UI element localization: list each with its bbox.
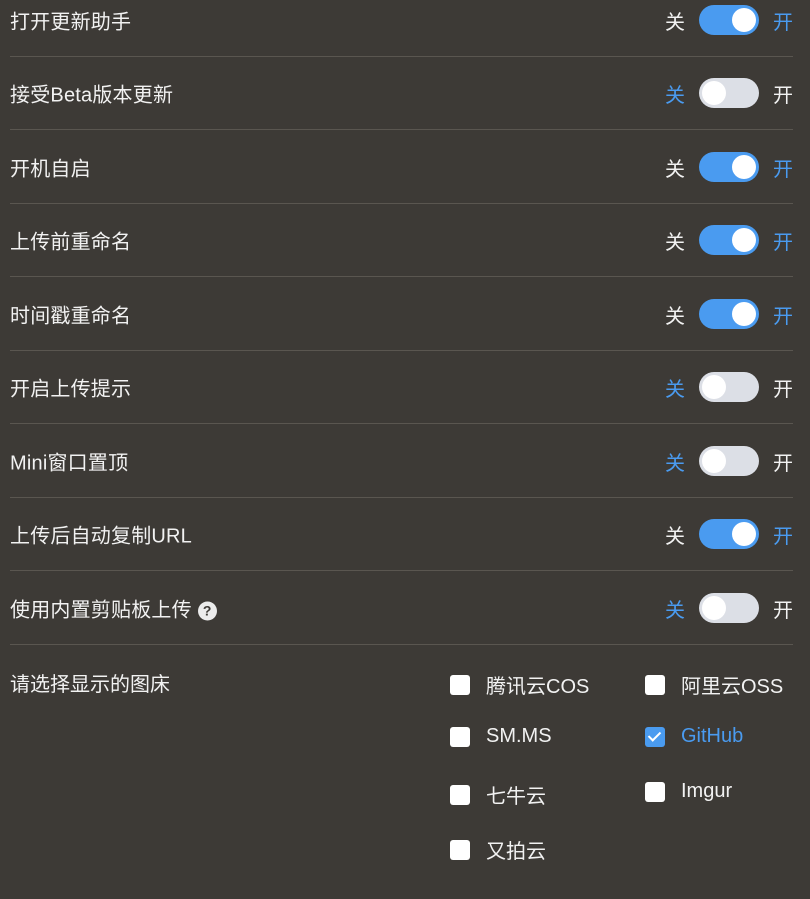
checkbox[interactable] (450, 839, 470, 860)
setting-row-rename-before-upload: 上传前重命名 关 开 (10, 204, 793, 277)
setting-label: Mini窗口置顶 (10, 452, 129, 475)
checkbox-label: 阿里云OSS (681, 676, 784, 698)
picbed-option-imgur[interactable]: Imgur (645, 780, 732, 803)
switch-on-text[interactable]: 开 (773, 594, 793, 623)
toggle-knob (732, 228, 756, 252)
checkbox-label: SM.MS (486, 725, 552, 747)
switch-group: 关 开 (665, 593, 793, 623)
switch-on-text[interactable]: 开 (773, 300, 793, 329)
auto-start-toggle[interactable] (699, 152, 759, 182)
toggle-knob (702, 596, 726, 620)
switch-off-text[interactable]: 关 (665, 447, 685, 476)
switch-on-text[interactable]: 开 (773, 6, 793, 35)
picbed-option-github[interactable]: GitHub (645, 725, 743, 748)
picbed-section-label: 请选择显示的图床 (10, 674, 170, 696)
picbed-option-upyun[interactable]: 又拍云 (450, 835, 546, 864)
settings-panel: 打开更新助手 关 开 接受Beta版本更新 关 开 开机自启 关 开 上传前重命… (0, 0, 810, 899)
checkbox-label: 又拍云 (486, 841, 546, 863)
switch-off-text[interactable]: 关 (665, 594, 685, 623)
toggle-knob (732, 522, 756, 546)
setting-label: 打开更新助手 (10, 11, 132, 34)
setting-label-text: 使用内置剪贴板上传 (10, 599, 192, 622)
setting-row-mini-window-top: Mini窗口置顶 关 开 (10, 425, 793, 498)
checkbox[interactable] (645, 781, 665, 802)
upload-notification-toggle[interactable] (699, 372, 759, 402)
setting-row-timestamp-rename: 时间戳重命名 关 开 (10, 278, 793, 351)
question-circle-icon[interactable]: ? (197, 601, 217, 621)
switch-group: 关 开 (665, 446, 793, 476)
toggle-knob (732, 155, 756, 179)
setting-label: 时间戳重命名 (10, 305, 132, 328)
rename-before-upload-toggle[interactable] (699, 225, 759, 255)
setting-label: 使用内置剪贴板上传? (10, 594, 217, 623)
checkbox-checked[interactable] (645, 726, 665, 747)
switch-group: 关 开 (665, 78, 793, 108)
setting-label: 开启上传提示 (10, 378, 132, 401)
switch-off-text[interactable]: 关 (665, 373, 685, 402)
builtin-clipboard-toggle[interactable] (699, 593, 759, 623)
setting-label: 上传前重命名 (10, 231, 132, 254)
checkbox[interactable] (645, 674, 665, 695)
switch-off-text[interactable]: 关 (665, 300, 685, 329)
checkbox-label: 七牛云 (486, 786, 546, 808)
setting-row-auto-copy-url: 上传后自动复制URL 关 开 (10, 498, 793, 571)
update-helper-toggle[interactable] (699, 5, 759, 35)
switch-group: 关 开 (665, 152, 793, 182)
setting-row-beta-updates: 接受Beta版本更新 关 开 (10, 57, 793, 130)
checkbox[interactable] (450, 726, 470, 747)
checkbox-label: 腾讯云COS (486, 676, 590, 698)
picbed-option-tcyun[interactable]: 腾讯云COS (450, 670, 589, 699)
auto-copy-url-toggle[interactable] (699, 519, 759, 549)
checkbox[interactable] (450, 784, 470, 805)
switch-on-text[interactable]: 开 (773, 373, 793, 402)
setting-label: 接受Beta版本更新 (10, 84, 174, 107)
setting-row-auto-start: 开机自启 关 开 (10, 131, 793, 204)
checkbox-label: GitHub (681, 725, 744, 747)
toggle-knob (702, 81, 726, 105)
mini-window-top-toggle[interactable] (699, 446, 759, 476)
switch-on-text[interactable]: 开 (773, 520, 793, 549)
switch-on-text[interactable]: 开 (773, 226, 793, 255)
switch-off-text[interactable]: 关 (665, 520, 685, 549)
switch-group: 关 开 (665, 519, 793, 549)
picbed-option-aliyun[interactable]: 阿里云OSS (645, 670, 783, 699)
setting-label: 上传后自动复制URL (10, 525, 193, 548)
switch-on-text[interactable]: 开 (773, 79, 793, 108)
setting-label: 开机自启 (10, 158, 91, 181)
switch-group: 关 开 (665, 372, 793, 402)
checkbox-label: Imgur (681, 780, 733, 802)
switch-off-text[interactable]: 关 (665, 6, 685, 35)
toggle-knob (732, 302, 756, 326)
picbed-option-smms[interactable]: SM.MS (450, 725, 552, 748)
setting-row-upload-notification: 开启上传提示 关 开 (10, 351, 793, 424)
toggle-knob (732, 8, 756, 32)
picbed-option-qiniu[interactable]: 七牛云 (450, 780, 546, 809)
checkbox[interactable] (450, 674, 470, 695)
switch-on-text[interactable]: 开 (773, 447, 793, 476)
toggle-knob (702, 375, 726, 399)
switch-off-text[interactable]: 关 (665, 153, 685, 182)
switch-on-text[interactable]: 开 (773, 153, 793, 182)
beta-updates-toggle[interactable] (699, 78, 759, 108)
setting-row-builtin-clipboard: 使用内置剪贴板上传? 关 开 (10, 572, 793, 645)
timestamp-rename-toggle[interactable] (699, 299, 759, 329)
switch-group: 关 开 (665, 299, 793, 329)
setting-row-update-helper: 打开更新助手 关 开 (10, 0, 793, 57)
toggle-knob (702, 449, 726, 473)
switch-group: 关 开 (665, 5, 793, 35)
switch-group: 关 开 (665, 225, 793, 255)
switch-off-text[interactable]: 关 (665, 79, 685, 108)
switch-off-text[interactable]: 关 (665, 226, 685, 255)
